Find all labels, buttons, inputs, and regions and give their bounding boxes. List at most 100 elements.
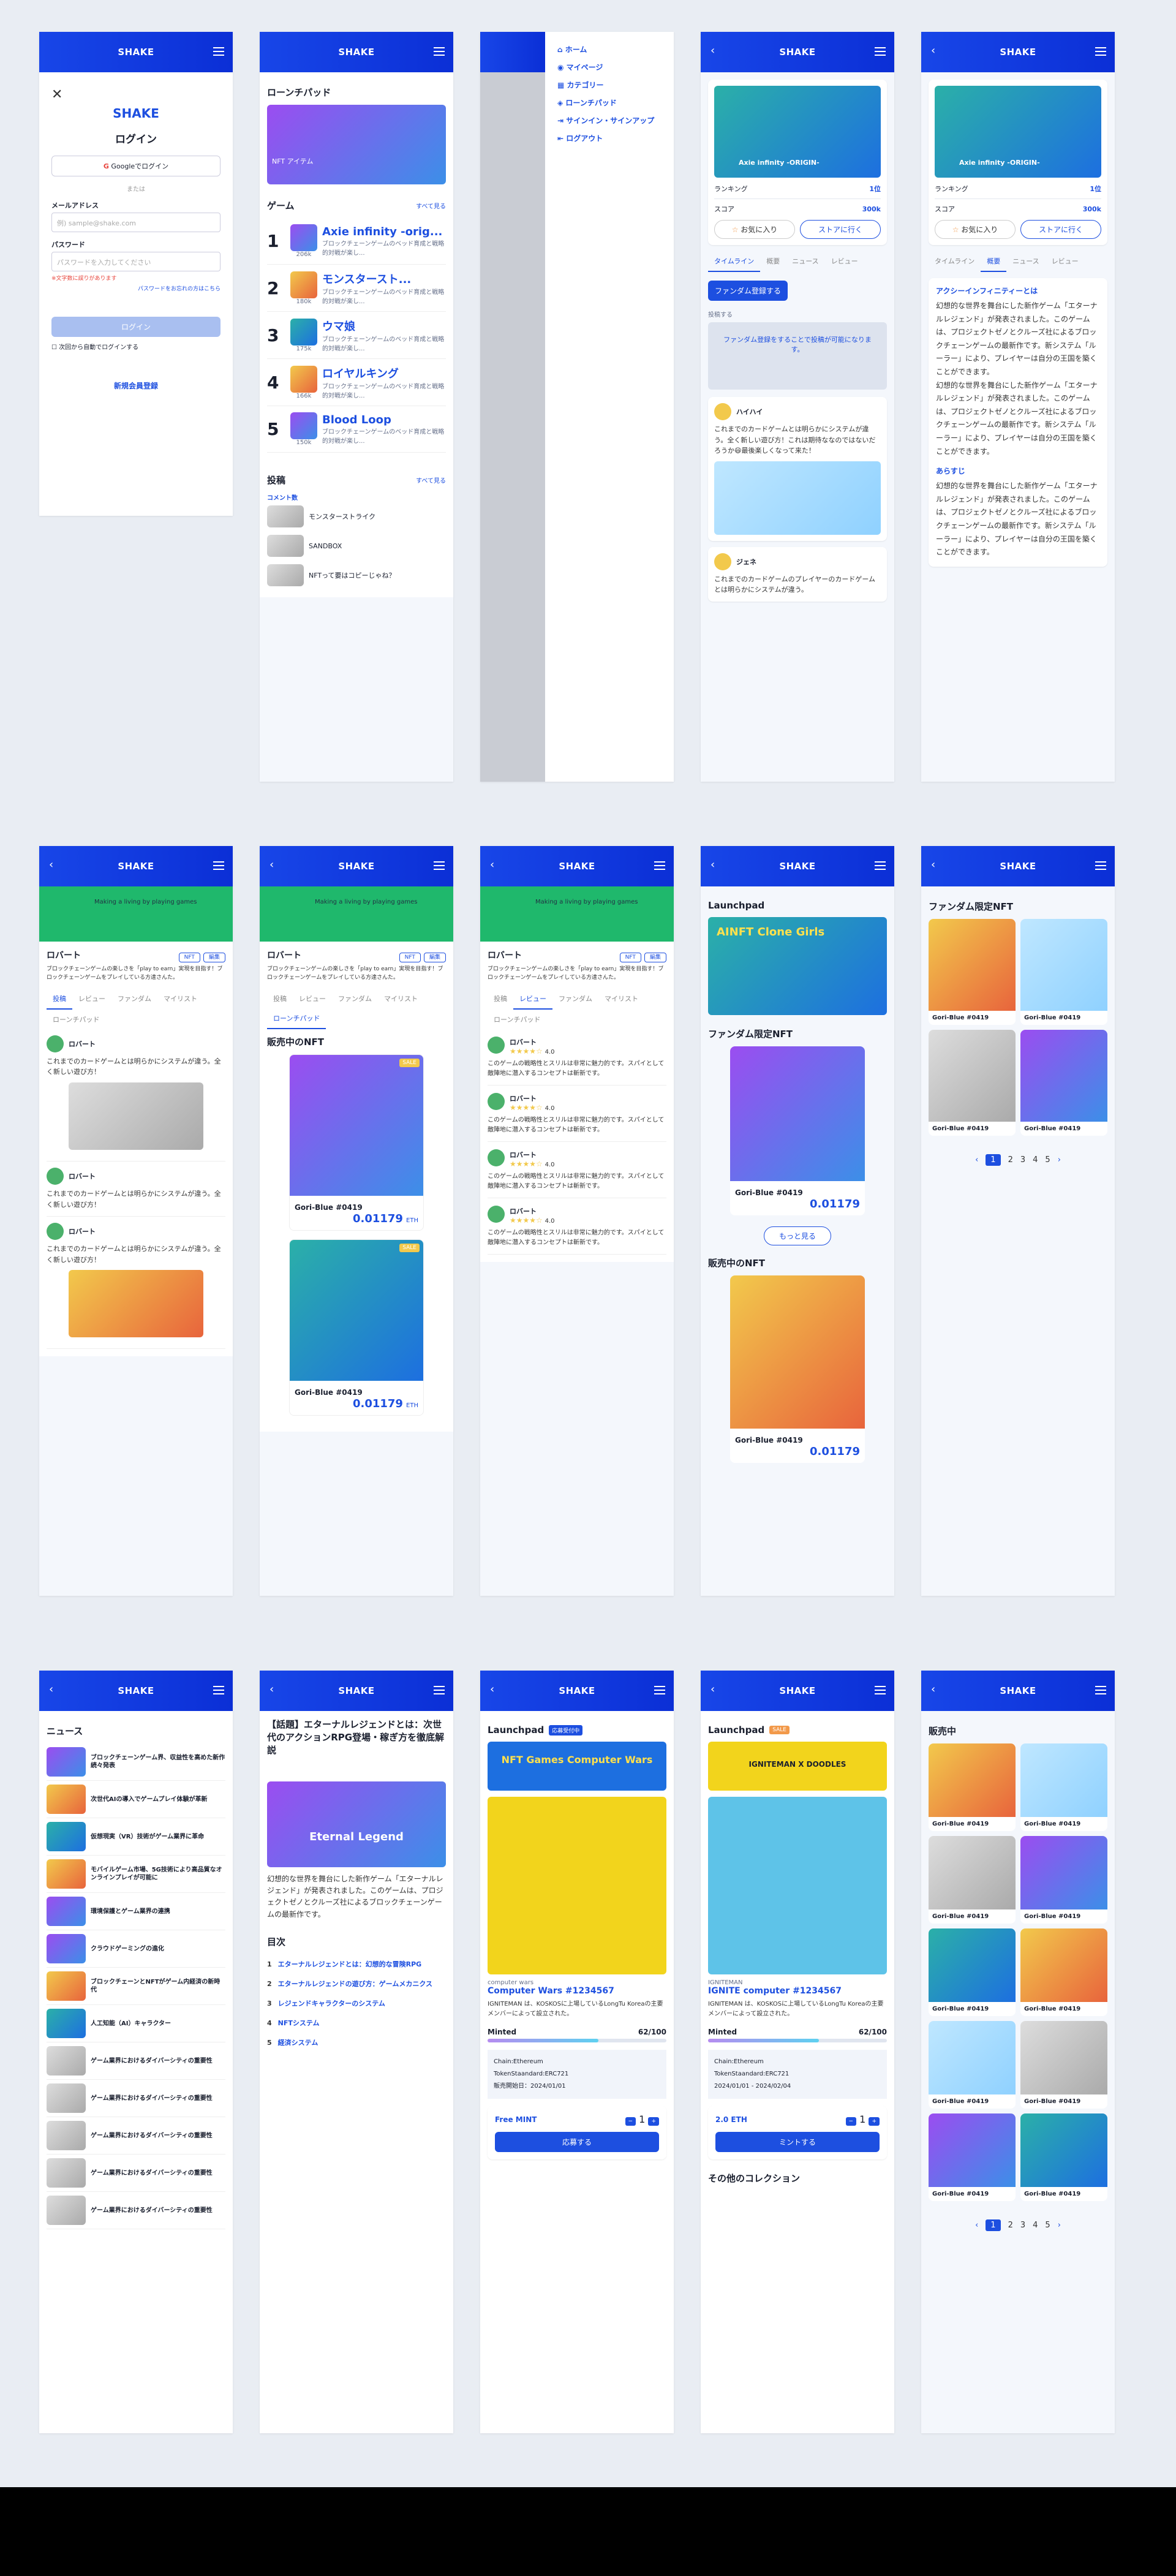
nft-card[interactable]: Gori-Blue #0419 — [929, 2113, 1016, 2201]
nft-button[interactable]: NFT — [619, 952, 641, 962]
post-row[interactable]: SANDBOX — [267, 531, 446, 561]
news-item[interactable]: クラウドゲーミングの進化 — [47, 1930, 225, 1968]
tab[interactable]: ファンダム — [332, 989, 378, 1008]
back-icon[interactable]: ‹ — [710, 44, 715, 57]
tab[interactable]: レビュー — [72, 989, 111, 1008]
menu-icon[interactable] — [434, 861, 445, 870]
close-icon[interactable]: ✕ — [51, 87, 221, 102]
nft-card[interactable]: Gori-Blue #0419 — [1020, 1030, 1107, 1136]
nft-card[interactable]: Gori-Blue #0419 — [929, 1030, 1016, 1136]
nft-card[interactable]: Gori-Blue #0419 — [1020, 2113, 1107, 2201]
menu-item[interactable]: ◉ マイページ — [557, 58, 662, 76]
tab[interactable]: 概要 — [760, 251, 786, 271]
tab[interactable]: レビュー — [513, 989, 552, 1010]
edit-button[interactable]: 編集 — [203, 952, 225, 962]
nft-card[interactable]: Gori-Blue #0419 — [1020, 919, 1107, 1025]
forgot-link[interactable]: パスワードをお忘れの方はこちら — [51, 284, 221, 292]
back-icon[interactable]: ‹ — [931, 1683, 935, 1696]
qty-stepper[interactable]: − 1 + — [845, 2113, 880, 2126]
toc-item[interactable]: 4 NFTシステム — [267, 2013, 446, 2033]
news-item[interactable]: 人工知能（AI）キャラクター — [47, 2005, 225, 2042]
tab[interactable]: 投稿 — [47, 989, 72, 1010]
more-button[interactable]: もっと見る — [764, 1226, 831, 1245]
tab[interactable]: マイリスト — [598, 989, 644, 1008]
favorite-button[interactable]: ☆ お気に入り — [714, 220, 795, 239]
nft-card[interactable]: Gori-Blue #0419 — [929, 919, 1016, 1025]
store-button[interactable]: ストアに行く — [800, 220, 881, 239]
toc-item[interactable]: 1 エターナルレジェンドとは：幻想的な冒険RPG — [267, 1954, 446, 1974]
tab[interactable]: 投稿 — [488, 989, 513, 1008]
back-icon[interactable]: ‹ — [490, 858, 494, 871]
page-number[interactable]: 1 — [986, 1154, 1001, 1166]
page-number[interactable]: 5 — [1045, 2221, 1050, 2230]
menu-icon[interactable] — [434, 1686, 445, 1694]
post-row[interactable]: モンスターストライク — [267, 502, 446, 531]
register-link[interactable]: 新規会員登録 — [51, 380, 221, 391]
page-number[interactable]: 5 — [1045, 1155, 1050, 1165]
next-icon[interactable]: › — [1058, 1155, 1061, 1165]
menu-icon[interactable] — [875, 1686, 886, 1694]
see-all-posts[interactable]: すべて見る — [416, 475, 446, 485]
tab[interactable]: ファンダム — [111, 989, 157, 1008]
tab[interactable]: 概要 — [981, 251, 1007, 272]
menu-icon[interactable] — [875, 861, 886, 870]
comments-tab[interactable]: コメント数 — [267, 493, 446, 502]
nft-card[interactable]: Gori-Blue #0419 — [929, 1928, 1016, 2016]
page-number[interactable]: 2 — [1008, 2221, 1013, 2230]
mint-button[interactable]: ミントする — [715, 2132, 880, 2152]
back-icon[interactable]: ‹ — [931, 858, 935, 871]
tab[interactable]: タイムライン — [929, 251, 981, 271]
tab[interactable]: レビュー — [293, 989, 332, 1008]
launchpad-banner[interactable]: AINFT Clone Girls — [708, 917, 887, 1015]
news-item[interactable]: 仮想現実（VR）技術がゲーム業界に革命 — [47, 1818, 225, 1856]
news-item[interactable]: ゲーム業界におけるダイバーシティの重要性 — [47, 2192, 225, 2229]
back-icon[interactable]: ‹ — [49, 858, 53, 871]
edit-button[interactable]: 編集 — [644, 952, 666, 962]
tab[interactable]: タイムライン — [708, 251, 761, 272]
menu-icon[interactable] — [213, 1686, 224, 1694]
email-field[interactable]: 例) sample@shake.com — [51, 213, 221, 232]
page-number[interactable]: 1 — [986, 2219, 1001, 2231]
menu-item[interactable]: ◈ ローンチパッド — [557, 94, 662, 111]
toc-item[interactable]: 3 レジェンドキャラクターのシステム — [267, 1993, 446, 2013]
news-item[interactable]: ゲーム業界におけるダイバーシティの重要性 — [47, 2080, 225, 2117]
password-field[interactable]: パスワードを入力してください — [51, 252, 221, 271]
game-row[interactable]: 3 175k ウマ娘 ブロックチェーンゲームのベッド育成と戦略的対戦が楽し... — [267, 312, 446, 359]
nft-button[interactable]: NFT — [178, 952, 200, 962]
news-item[interactable]: ゲーム業界におけるダイバーシティの重要性 — [47, 2155, 225, 2192]
news-item[interactable]: ブロックチェーンゲーム界、収益性を高めた新作続々発表 — [47, 1743, 225, 1781]
back-icon[interactable]: ‹ — [270, 858, 274, 871]
toc-item[interactable]: 2 エターナルレジェンドの遊び方：ゲームメカニクス — [267, 1974, 446, 1993]
game-row[interactable]: 4 166k ロイヤルキング ブロックチェーンゲームのベッド育成と戦略的対戦が楽し..… — [267, 359, 446, 406]
news-item[interactable]: 環境保護とゲーム業界の連携 — [47, 1893, 225, 1930]
back-icon[interactable]: ‹ — [710, 858, 715, 871]
page-number[interactable]: 4 — [1033, 1155, 1038, 1165]
nft-card[interactable]: Gori-Blue #0419 — [929, 1743, 1016, 1831]
back-icon[interactable]: ‹ — [710, 1683, 715, 1696]
toc-title[interactable]: 目次 — [267, 1935, 446, 1948]
news-item[interactable]: 次世代AIの導入でゲームプレイ体験が革新 — [47, 1781, 225, 1818]
tab[interactable]: ローンチパッド — [488, 1010, 546, 1029]
tab[interactable]: マイリスト — [157, 989, 203, 1008]
page-number[interactable]: 3 — [1020, 1155, 1025, 1165]
nft-card[interactable]: Gori-Blue #0419 — [1020, 1836, 1107, 1924]
menu-icon[interactable] — [213, 861, 224, 870]
post-row[interactable]: NFTって要はコピーじゃね？ — [267, 561, 446, 590]
game-row[interactable]: 2 180k モンスタースト... ブロックチェーンゲームのベッド育成と戦略的対戦が楽… — [267, 265, 446, 312]
news-item[interactable]: モバイルゲーム市場、5G技術により高品質なオンラインプレイが可能に — [47, 1856, 225, 1893]
join-fandom-button[interactable]: ファンダム登録する — [708, 281, 788, 301]
page-number[interactable]: 2 — [1008, 1155, 1013, 1165]
menu-item[interactable]: ⌂ ホーム — [557, 40, 662, 58]
qty-stepper[interactable]: − 1 + — [625, 2113, 659, 2126]
launchpad-banner[interactable]: NFT アイテム — [267, 105, 446, 184]
menu-item[interactable]: ⇥ サインイン・サインアップ — [557, 111, 662, 129]
news-item[interactable]: ゲーム業界におけるダイバーシティの重要性 — [47, 2042, 225, 2080]
remember-checkbox[interactable]: ☐ 次回から自動でログインする — [51, 342, 221, 351]
nft-card[interactable]: Gori-Blue #0419 — [929, 1836, 1016, 1924]
login-button[interactable]: ログイン — [51, 317, 221, 337]
nft-card[interactable]: Gori-Blue #0419 0.01179 — [730, 1046, 865, 1215]
next-icon[interactable]: › — [1058, 2221, 1061, 2230]
nft-card[interactable]: SALE Gori-Blue #0419 0.01179 ETH — [289, 1054, 424, 1231]
menu-icon[interactable] — [875, 47, 886, 56]
menu-item[interactable]: ▦ カテゴリー — [557, 76, 662, 94]
